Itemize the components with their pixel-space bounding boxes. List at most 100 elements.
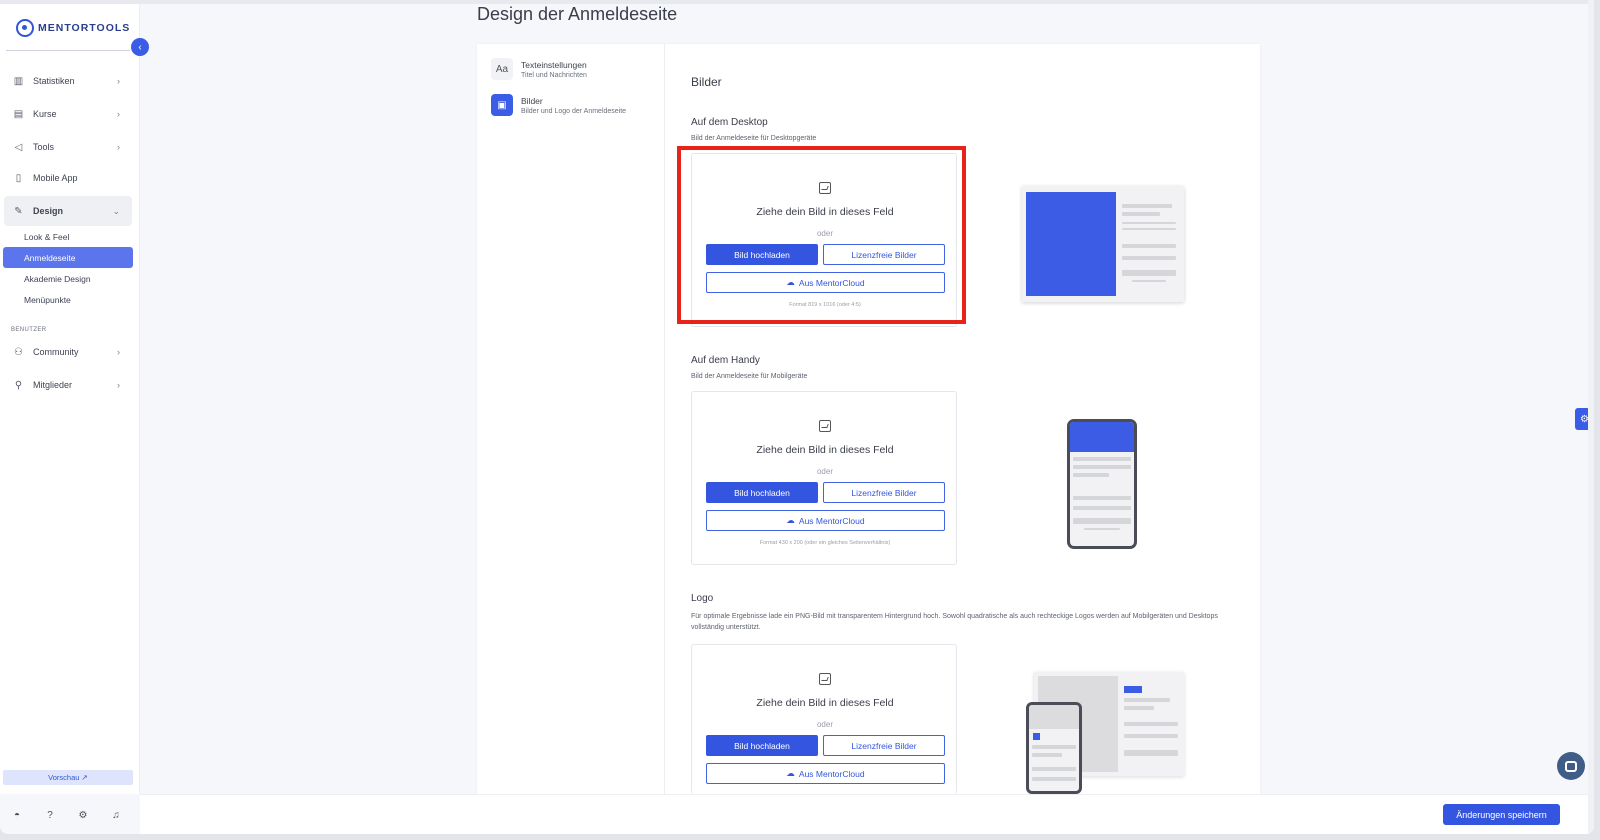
preview-line [1122,204,1172,208]
mentorcloud-button[interactable]: ☁ Aus MentorCloud [706,763,945,784]
highlight-box [677,146,966,324]
mobile-preview-illustration [1067,419,1137,549]
upload-button[interactable]: Bild hochladen [706,482,818,503]
preview-line [1122,244,1176,248]
preview-line [1124,750,1178,756]
save-changes-button[interactable]: Änderungen speichern [1443,804,1560,825]
desktop-title: Auf dem Desktop [691,117,768,128]
preview-line [1073,457,1131,461]
preview-line [1073,465,1131,469]
preview-line [1122,270,1176,276]
preview-line [1122,256,1176,260]
image-icon [819,673,831,685]
logo-dropzone[interactable]: Ziehe dein Bild in dieses Feld oder Bild… [691,644,957,794]
sidebar-subitem-akademie-design[interactable]: Akademie Design [3,268,133,289]
preview-line [1124,734,1178,738]
avatar-icon[interactable]: ◓ [10,808,24,822]
book-icon: ▤ [13,108,24,120]
user-icon: ⚲ [14,379,23,391]
chevron-down-icon: ⌄ [112,205,120,216]
desktop-preview-illustration [1022,186,1184,302]
sidebar-item-label: Mobile App [33,173,78,183]
license-free-images-button[interactable]: Lizenzfreie Bilder [823,735,945,756]
mentorcloud-button[interactable]: ☁ Aus MentorCloud [706,510,945,531]
bell-icon[interactable]: ♫ [109,808,123,822]
preview-line [1122,228,1176,230]
menu-item-title: Texteinstellungen [521,60,587,70]
mobile-dropzone[interactable]: Ziehe dein Bild in dieses Feld oder Bild… [691,391,957,565]
chat-button[interactable] [1557,752,1585,780]
preview-line [1124,698,1170,702]
scrollbar[interactable] [1588,0,1594,834]
logo-preview-phone [1026,702,1082,794]
preview-line [1124,706,1154,710]
settings-menu: Aa Texteinstellungen Titel und Nachricht… [477,44,665,794]
megaphone-icon: ◁ [14,141,23,153]
preview-image-area [1026,192,1116,296]
preview-button[interactable]: Vorschau ↗ [3,770,133,785]
preview-line [1032,767,1076,771]
logo-title: Logo [691,593,714,604]
users-icon: ⚇ [14,346,23,358]
sidebar-subitem-anmeldeseite[interactable]: Anmeldeseite [3,247,133,268]
top-bar [0,0,1594,4]
preview-logo-mark [1033,733,1040,740]
section-heading-bilder: Bilder [691,75,722,89]
sidebar-subitem-look-feel[interactable]: Look & Feel [3,226,133,247]
license-free-images-button[interactable]: Lizenzfreie Bilder [823,482,945,503]
cloud-icon: ☁ [786,515,795,525]
preview-line [1122,222,1176,224]
preview-line [1132,280,1166,282]
sidebar-item-community[interactable]: ⚇ Community › [4,337,132,367]
sidebar-item-label: Mitglieder [33,380,73,390]
dropzone-or: oder [816,720,833,729]
mentorcloud-label: Aus MentorCloud [798,515,865,526]
cloud-icon: ☁ [786,768,795,778]
preview-line [1073,506,1131,510]
chevron-right-icon: › [117,380,120,390]
preview-line [1122,212,1160,216]
sidebar-item-label: Tools [33,142,55,152]
desktop-strip [0,834,1600,840]
chevron-right-icon: › [117,347,120,357]
chat-icon [1565,760,1577,772]
image-icon [819,420,831,432]
preview-line [1073,496,1131,500]
logo-icon [16,19,34,37]
sidebar-item-tools[interactable]: ◁ Tools › [4,132,132,162]
sidebar-item-statistiken[interactable]: ▥ Statistiken › [4,66,132,96]
format-hint: Format 430 x 200 (oder ein gleiches Seit… [759,540,891,546]
sidebar-item-kurse[interactable]: ▤ Kurse › [4,99,132,129]
desktop-subtitle: Bild der Anmeldeseite für Desktopgeräte [691,135,817,142]
preview-line [1073,518,1131,524]
collapse-sidebar-button[interactable]: ‹ [131,38,149,56]
menu-item-bilder[interactable]: ▣ Bilder Bilder und Logo der Anmeldeseit… [491,94,626,116]
chevron-right-icon: › [117,142,120,152]
sidebar-item-mitglieder[interactable]: ⚲ Mitglieder › [4,370,132,400]
sidebar-subitem-menuepunkte[interactable]: Menüpunkte [3,289,133,310]
section-label-benutzer: BENUTZER [11,327,47,333]
phone-icon: ▯ [15,172,22,184]
logo-preview-illustration [1026,672,1184,794]
mobile-subtitle: Bild der Anmeldeseite für Mobilgeräte [691,373,808,380]
gear-icon[interactable]: ⚙ [76,808,90,822]
sidebar-item-design[interactable]: ✎ Design ⌄ [4,196,132,226]
image-icon: ▣ [491,94,513,116]
upload-button[interactable]: Bild hochladen [706,735,818,756]
preview-logo-mark [1124,686,1142,693]
app-window: MENTORTOOLS ▥ Statistiken › ▤ Kurse › ◁ … [0,0,1594,834]
text-icon: Aa [491,58,513,80]
menu-item-texteinstellungen[interactable]: Aa Texteinstellungen Titel und Nachricht… [491,58,587,80]
footer-bar [140,794,1594,834]
sidebar-item-mobile-app[interactable]: ▯ Mobile App [4,163,132,193]
dropzone-text: Ziehe dein Bild in dieses Feld [756,444,894,456]
menu-item-subtitle: Bilder und Logo der Anmeldeseite [521,108,627,115]
preview-line [1124,722,1178,726]
sidebar-item-label: Kurse [33,109,57,119]
sidebar-bottom-icons: ◓ ? ⚙ ♫ [10,808,123,822]
help-icon[interactable]: ? [43,808,57,822]
preview-line [1073,473,1109,477]
logo[interactable]: MENTORTOOLS [16,19,130,37]
preview-line [1032,777,1076,781]
preview-image-area [1029,705,1079,729]
